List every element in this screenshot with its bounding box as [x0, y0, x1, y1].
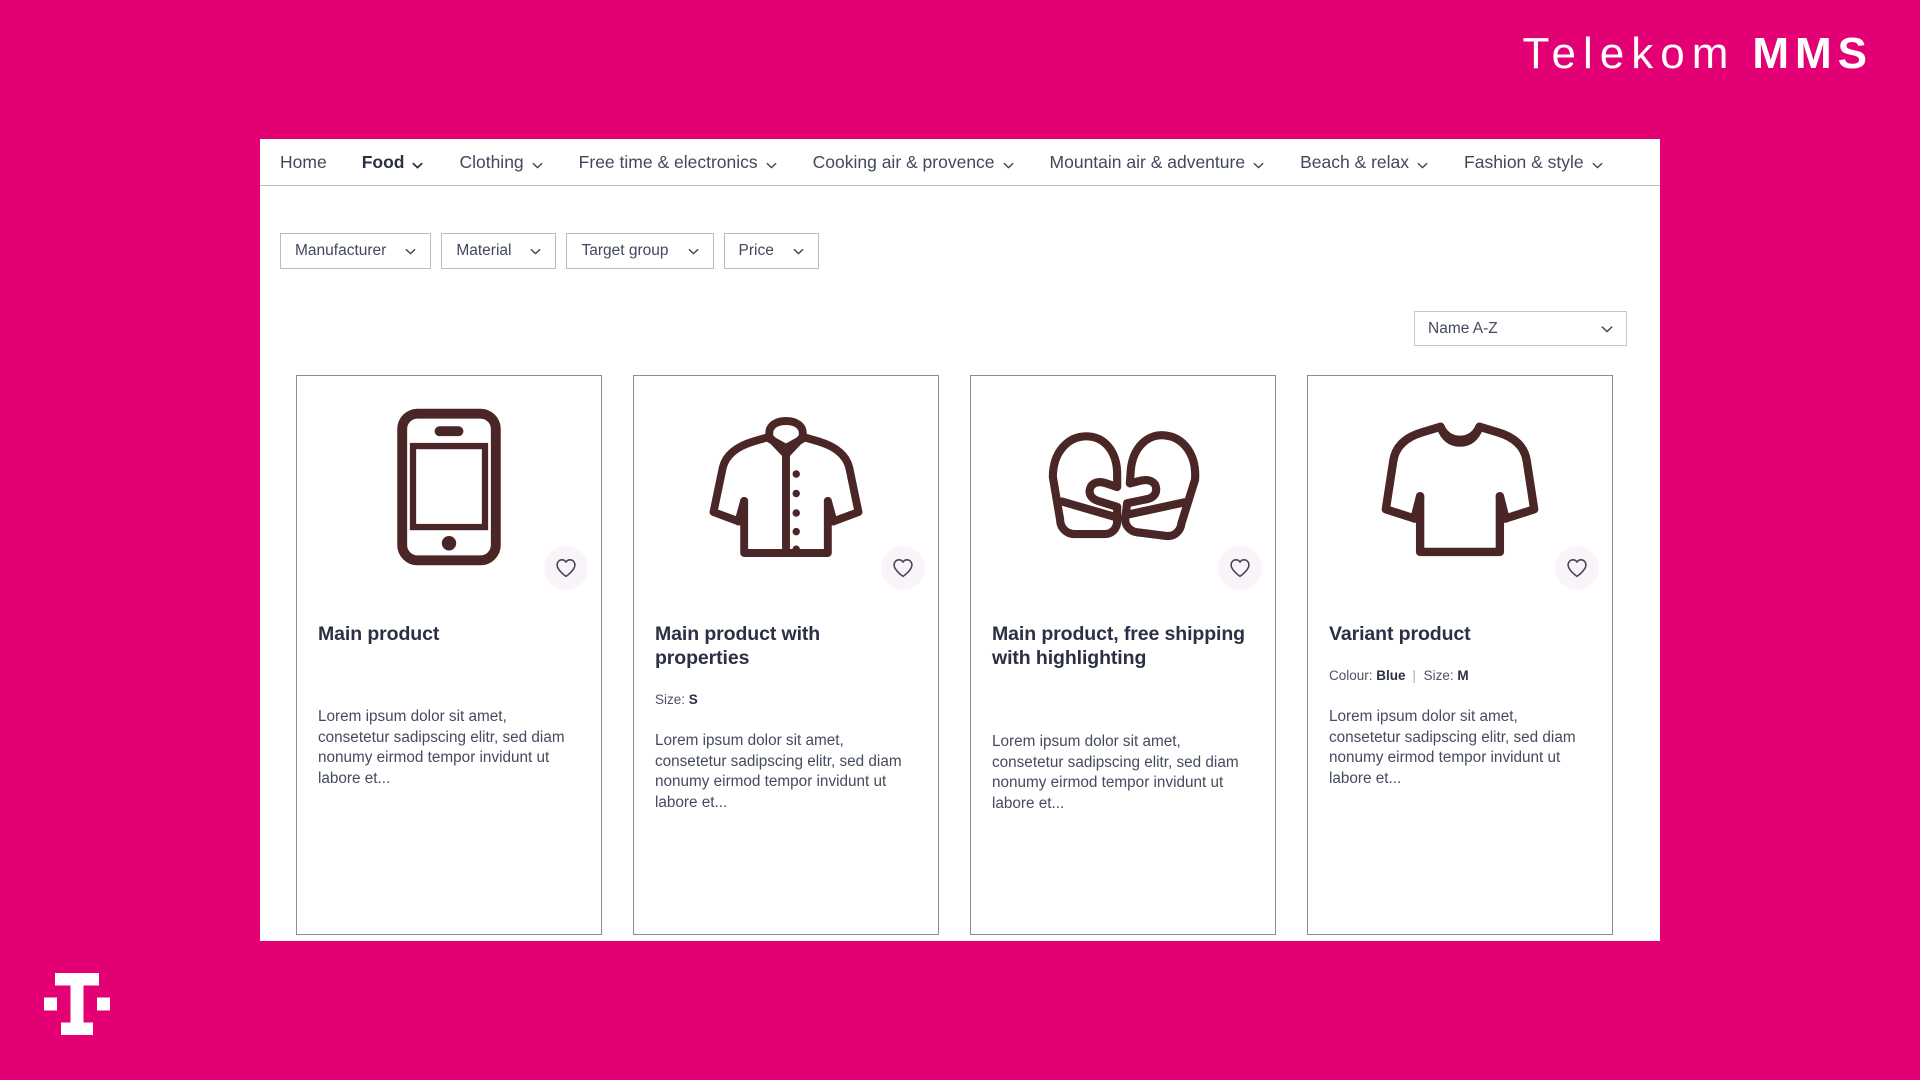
- sort-selected-value: Name A-Z: [1428, 319, 1498, 337]
- product-description: Lorem ipsum dolor sit amet, consetetur s…: [655, 732, 902, 811]
- property-separator: |: [1412, 668, 1416, 683]
- jacket-icon: [709, 417, 863, 557]
- chevron-down-icon: [529, 245, 542, 258]
- nav-item-mountain-air-adventure[interactable]: Mountain air & adventure: [1050, 152, 1266, 173]
- product-description: Lorem ipsum dolor sit amet, consetetur s…: [992, 733, 1239, 812]
- mittens-icon: [1048, 431, 1199, 541]
- filter-target-group-button[interactable]: Target group: [566, 233, 714, 269]
- product-card-body: Main product, free shipping with highlig…: [971, 598, 1275, 934]
- filter-label: Material: [456, 242, 512, 259]
- heart-icon: [893, 559, 913, 578]
- nav-item-home[interactable]: Home: [280, 152, 327, 173]
- shop-page-container: Home Food Clothing Free time & electroni…: [260, 139, 1660, 941]
- favourite-button[interactable]: [881, 546, 925, 590]
- chevron-down-icon: [411, 156, 424, 169]
- filter-material-button[interactable]: Material: [441, 233, 557, 269]
- nav-item-label: Mountain air & adventure: [1049, 151, 1246, 172]
- product-card[interactable]: Variant product Colour: Blue | Size: M L…: [1307, 375, 1613, 935]
- chevron-down-icon: [1002, 156, 1015, 169]
- product-title: Main product, free shipping with highlig…: [992, 623, 1245, 669]
- filter-label: Price: [738, 242, 774, 259]
- chevron-down-icon: [1252, 156, 1265, 169]
- product-image: [1308, 376, 1612, 598]
- brand-word-telekom: Telekom: [1522, 29, 1736, 78]
- filter-label: Manufacturer: [295, 242, 387, 259]
- product-grid: Main product Lorem ipsum dolor sit amet,…: [260, 375, 1660, 935]
- main-navigation: Home Food Clothing Free time & electroni…: [260, 139, 1660, 186]
- product-title: Main product with properties: [655, 623, 821, 669]
- property-value: M: [1457, 668, 1469, 683]
- filter-label: Target group: [581, 242, 669, 259]
- product-properties: [992, 693, 1254, 711]
- nav-item-beach-relax[interactable]: Beach & relax: [1300, 152, 1429, 173]
- product-properties: Colour: Blue | Size: M: [1329, 668, 1591, 686]
- product-card[interactable]: Main product, free shipping with highlig…: [970, 375, 1276, 935]
- product-card-body: Main product Lorem ipsum dolor sit amet,…: [297, 598, 601, 934]
- filter-price-button[interactable]: Price: [723, 233, 819, 269]
- filter-bar: Manufacturer Material Target group Price: [260, 233, 1660, 269]
- sort-select[interactable]: Name A-Z: [1414, 311, 1627, 346]
- nav-item-label: Home: [280, 151, 327, 172]
- nav-item-fashion-style[interactable]: Fashion & style: [1464, 152, 1604, 173]
- chevron-down-icon: [765, 156, 778, 169]
- product-image: [971, 376, 1275, 598]
- product-title: Variant product: [1329, 623, 1471, 645]
- smartphone-icon: [397, 408, 501, 566]
- chevron-down-icon: [531, 156, 544, 169]
- chevron-down-icon: [404, 245, 417, 258]
- chevron-down-icon: [1600, 322, 1614, 336]
- heart-icon: [1230, 559, 1250, 578]
- property-label: Size:: [1423, 668, 1454, 683]
- product-card[interactable]: Main product Lorem ipsum dolor sit amet,…: [296, 375, 602, 935]
- brand-word-mms: MMS: [1752, 29, 1873, 78]
- chevron-down-icon: [1591, 156, 1604, 169]
- nav-item-label: Clothing: [459, 151, 524, 172]
- sort-row: Name A-Z: [260, 311, 1660, 346]
- heart-icon: [556, 559, 576, 578]
- chevron-down-icon: [1416, 156, 1429, 169]
- filter-manufacturer-button[interactable]: Manufacturer: [280, 233, 432, 269]
- nav-item-cooking-air-provence[interactable]: Cooking air & provence: [813, 152, 1015, 173]
- product-description: Lorem ipsum dolor sit amet, consetetur s…: [318, 708, 565, 787]
- product-properties: Size: S: [655, 692, 917, 710]
- favourite-button[interactable]: [544, 546, 588, 590]
- nav-item-free-time-electronics[interactable]: Free time & electronics: [579, 152, 778, 173]
- heart-icon: [1567, 559, 1587, 578]
- favourite-button[interactable]: [1555, 546, 1599, 590]
- nav-item-label: Food: [361, 151, 405, 172]
- product-card[interactable]: Main product with properties Size: S Lor…: [633, 375, 939, 935]
- product-description: Lorem ipsum dolor sit amet, consetetur s…: [1329, 708, 1576, 787]
- nav-item-label: Free time & electronics: [578, 151, 758, 172]
- chevron-down-icon: [792, 245, 805, 258]
- product-image: [634, 376, 938, 598]
- sweater-icon: [1381, 422, 1539, 556]
- property-label: Colour:: [1329, 668, 1373, 683]
- nav-item-food[interactable]: Food: [362, 152, 425, 173]
- favourite-button[interactable]: [1218, 546, 1262, 590]
- telekom-t-logo: [44, 973, 110, 1035]
- product-properties: [318, 668, 580, 686]
- property-label: Size:: [655, 692, 686, 707]
- nav-item-label: Fashion & style: [1464, 151, 1584, 172]
- nav-item-label: Cooking air & provence: [812, 151, 995, 172]
- property-value: Blue: [1376, 668, 1406, 683]
- telekom-mms-logo: Telekom MMS: [1523, 30, 1874, 78]
- nav-item-label: Beach & relax: [1300, 151, 1410, 172]
- product-card-body: Main product with properties Size: S Lor…: [634, 598, 938, 934]
- product-title: Main product: [318, 623, 440, 645]
- property-value: S: [688, 692, 698, 707]
- product-image: [297, 376, 601, 598]
- chevron-down-icon: [687, 245, 700, 258]
- nav-item-clothing[interactable]: Clothing: [459, 152, 543, 173]
- brand-header: Telekom MMS: [0, 0, 1920, 110]
- product-card-body: Variant product Colour: Blue | Size: M L…: [1308, 598, 1612, 934]
